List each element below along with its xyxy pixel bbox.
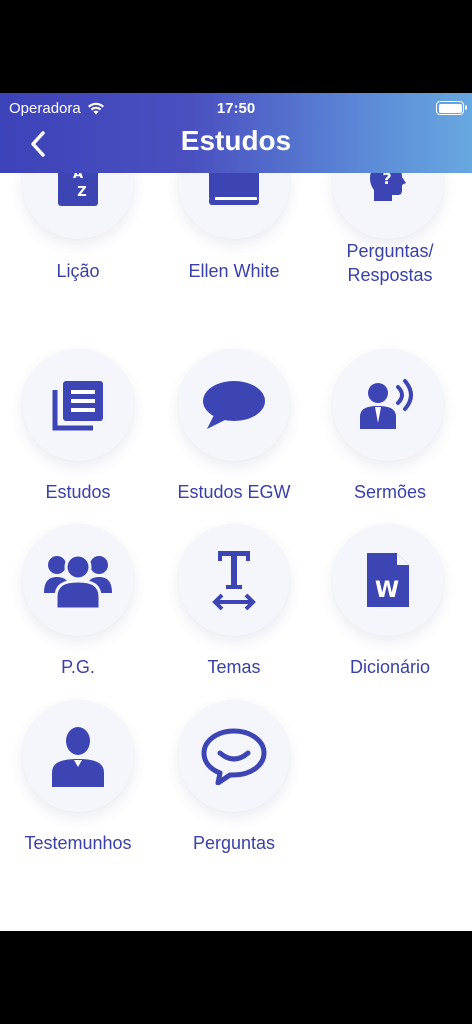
az-book-icon: A Z [58,173,98,206]
tile-label: Lição [56,261,100,281]
tile-label: Perguntas [192,833,276,853]
tile-label: Estudos [45,482,111,502]
tile-circle: A Z [22,173,134,239]
person-icon [52,727,104,787]
nav-bar: Estudos [0,123,472,167]
text-width-icon [212,551,256,611]
tile-label: Testemunhos [24,833,132,853]
chat-bubble-icon [201,728,267,785]
status-bar: Operadora 17:50 [0,97,472,119]
app-screen: Operadora 17:50 Estudos A Z Lição Ellen … [0,93,472,931]
svg-text:?: ? [382,173,391,188]
speech-bubble-icon [203,381,265,429]
tile-circle: ? [332,173,444,239]
group-icon [44,553,112,609]
header: Operadora 17:50 Estudos [0,93,472,173]
tile-circle [178,173,290,239]
tile-label-text: Perguntas/ Respostas [346,241,434,285]
page-title: Estudos [180,125,292,156]
svg-text:A: A [73,173,83,182]
svg-text:W: W [375,578,399,603]
documents-icon [52,381,103,431]
tile-circle [22,700,134,812]
tile-circle: W [332,524,444,636]
battery-icon [436,101,467,115]
tile-label: P.G. [61,657,95,677]
svg-text:Z: Z [77,185,86,200]
tile-circle [178,700,290,812]
tile-circle [178,349,290,461]
tile-circle [178,524,290,636]
tile-circle [22,349,134,461]
word-file-icon: W [367,553,409,607]
tile-label: Dicionário [349,657,431,677]
speaker-icon [360,379,413,429]
tile-label: Temas [207,657,261,677]
tile-label: Estudos EGW [177,482,291,502]
tile-label: Perguntas/ Respostas [312,239,468,287]
tile-label: Sermões [353,482,427,502]
tile-circle [22,524,134,636]
home-indicator-area [0,931,472,1024]
clock: 17:50 [216,100,256,117]
tile-circle [332,349,444,461]
tile-label: Ellen White [188,261,280,281]
book-icon [209,173,259,205]
head-question-icon: ? [370,173,406,201]
studies-grid: A Z Lição Ellen White ? Perguntas/ Respo… [0,173,472,931]
